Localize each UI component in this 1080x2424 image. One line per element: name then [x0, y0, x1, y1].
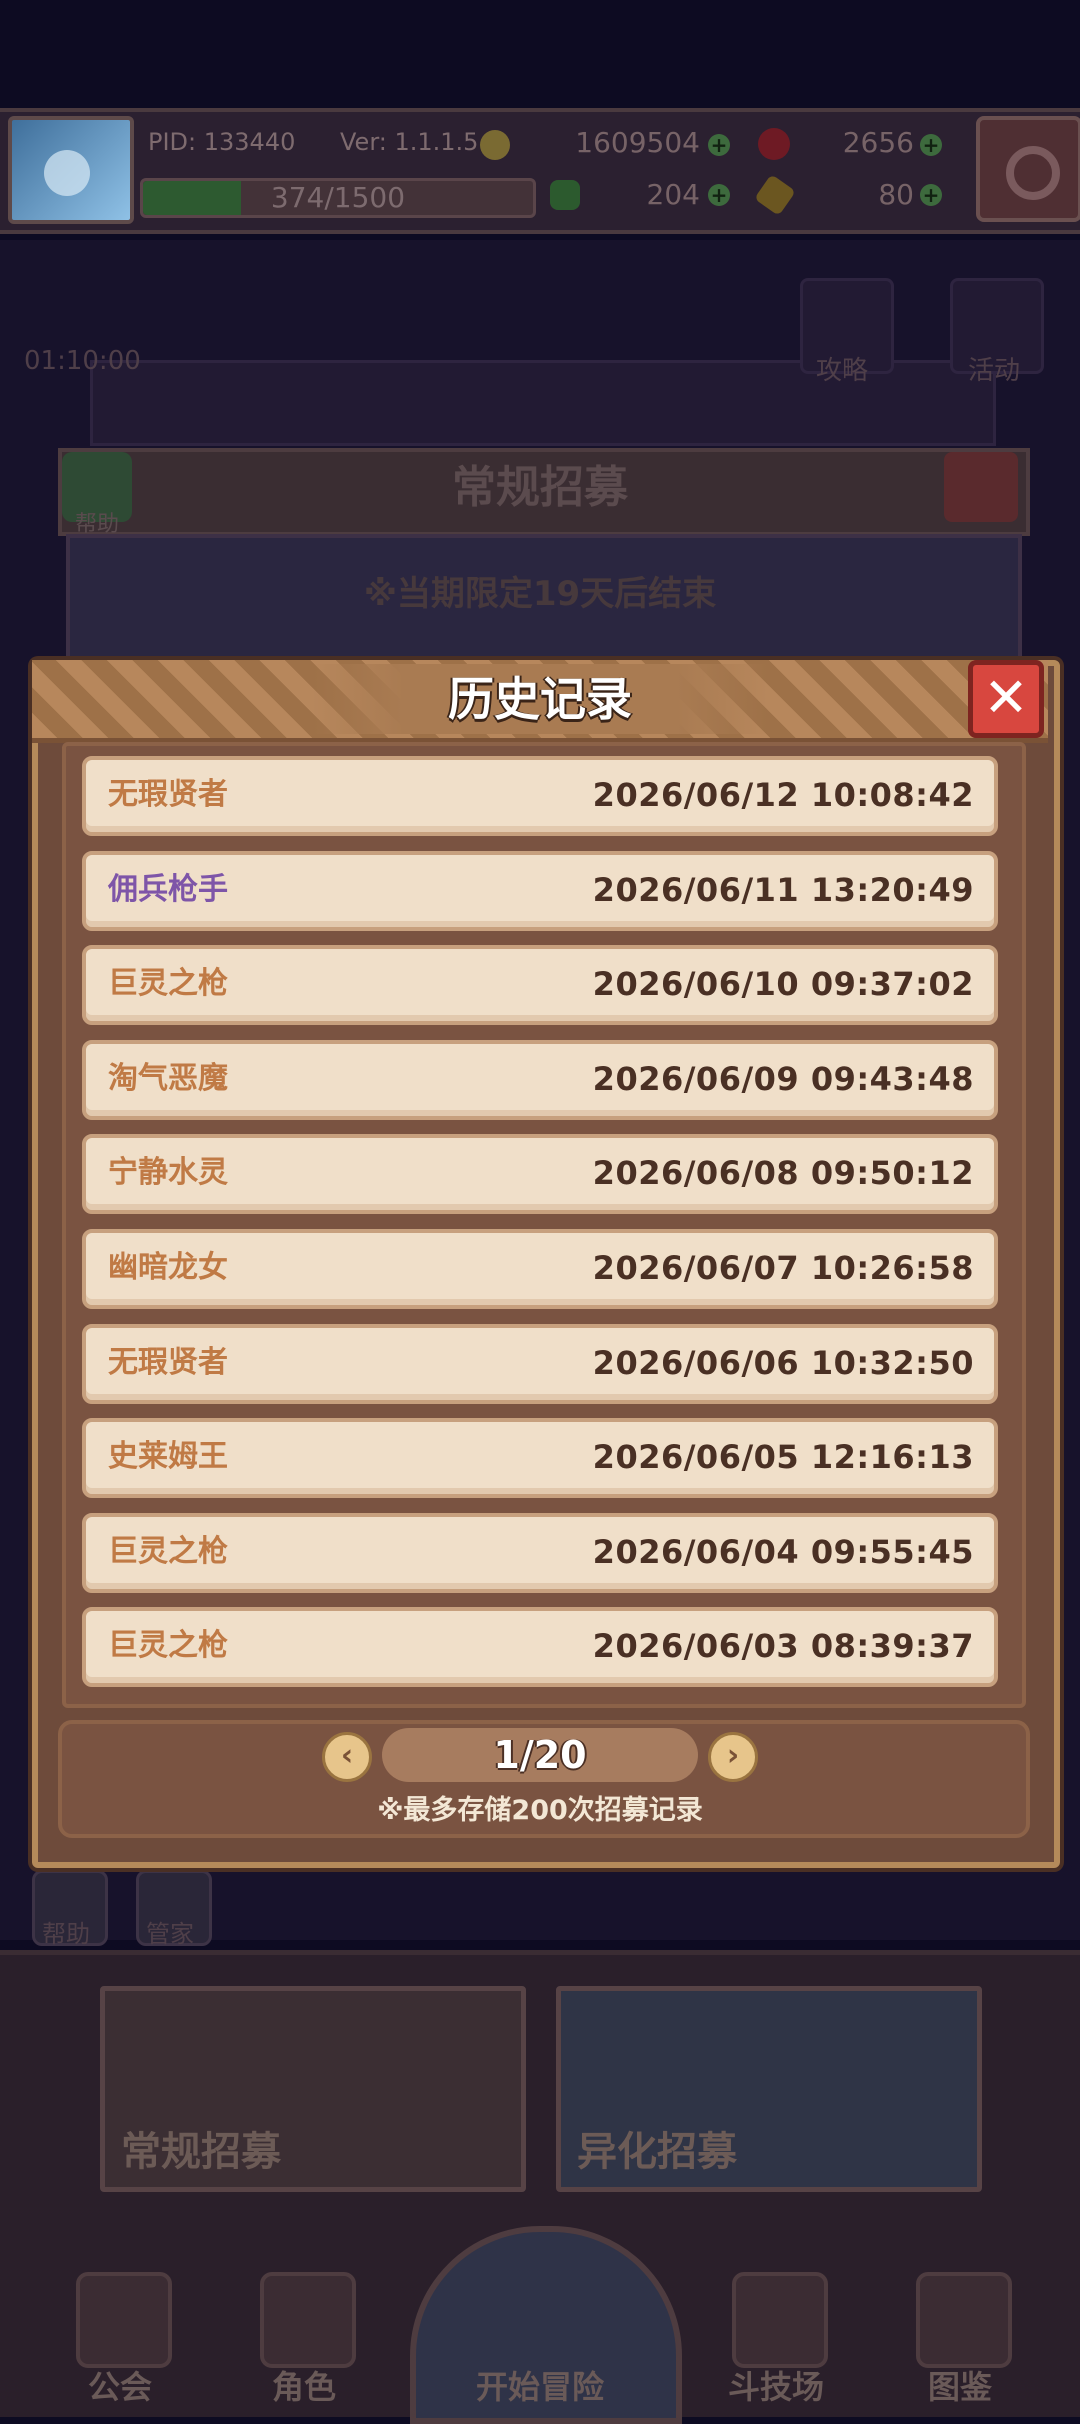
- settings-gear-icon[interactable]: [976, 116, 1080, 222]
- nav-arena-label: 斗技场: [727, 2368, 824, 2406]
- clover-icon: [550, 180, 580, 210]
- history-row: 史莱姆王 2026/06/05 12:16:13: [82, 1418, 998, 1498]
- recruit-timestamp: 2026/06/12 10:08:42: [592, 776, 974, 814]
- mutation-recruit-card-label: 异化招募: [577, 2129, 737, 2175]
- guild-icon: [76, 2272, 172, 2368]
- crossed-swords-icon: [732, 2272, 828, 2368]
- key-amount: 80: [878, 178, 914, 211]
- history-row: 佣兵枪手 2026/06/11 13:20:49: [82, 851, 998, 931]
- character-name: 佣兵枪手: [108, 872, 228, 907]
- recruit-close-icon[interactable]: [944, 452, 1018, 522]
- recruit-timestamp: 2026/06/03 08:39:37: [592, 1627, 974, 1665]
- energy-text: 374/1500: [270, 181, 406, 214]
- nav-characters[interactable]: 角色: [234, 2272, 374, 2412]
- gold-amount: 1609504: [575, 126, 700, 159]
- character-name: 淘气恶魔: [108, 1061, 228, 1096]
- character-icon: [260, 2272, 356, 2368]
- event-label: 活动: [968, 356, 1021, 386]
- prev-page-button[interactable]: ‹: [322, 1732, 372, 1782]
- history-row: 巨灵之枪 2026/06/03 08:39:37: [82, 1607, 998, 1687]
- event-timer: 01:10:00: [24, 346, 141, 376]
- recruit-timestamp: 2026/06/08 09:50:12: [592, 1154, 974, 1192]
- player-avatar[interactable]: [8, 116, 134, 224]
- add-gem-button[interactable]: +: [920, 134, 942, 156]
- regular-recruit-card[interactable]: 常规招募: [100, 1986, 526, 2192]
- close-button[interactable]: ✕: [968, 660, 1044, 738]
- codex-icon: [916, 2272, 1012, 2368]
- next-page-button[interactable]: ›: [708, 1732, 758, 1782]
- guide-label: 攻略: [816, 356, 869, 386]
- energy-bar: 374/1500: [140, 178, 536, 218]
- character-name: 史莱姆王: [108, 1439, 228, 1474]
- nav-characters-label: 角色: [271, 2368, 336, 2406]
- clover-amount: 204: [646, 178, 700, 211]
- character-name: 无瑕贤者: [108, 1345, 228, 1380]
- limited-notice: ※当期限定19天后结束: [363, 574, 717, 614]
- add-key-button[interactable]: +: [920, 184, 942, 206]
- gem-icon: [758, 128, 790, 160]
- history-row: 无瑕贤者 2026/06/12 10:08:42: [82, 756, 998, 836]
- side-help-label: 帮助: [42, 1920, 90, 1948]
- recruit-timestamp: 2026/06/05 12:16:13: [592, 1438, 974, 1476]
- nav-codex[interactable]: 图鉴: [890, 2272, 1030, 2412]
- nav-codex-label: 图鉴: [927, 2368, 992, 2406]
- character-name: 巨灵之枪: [108, 1628, 228, 1663]
- history-row: 宁静水灵 2026/06/08 09:50:12: [82, 1134, 998, 1214]
- version-label: Ver: 1.1.1.5: [340, 128, 479, 156]
- history-modal-title: 历史记录: [448, 672, 632, 726]
- recruit-timestamp: 2026/06/06 10:32:50: [592, 1344, 974, 1382]
- recruit-timestamp: 2026/06/07 10:26:58: [592, 1249, 974, 1287]
- side-butler-label: 管家: [146, 1920, 194, 1948]
- add-gold-button[interactable]: +: [708, 134, 730, 156]
- add-clover-button[interactable]: +: [708, 184, 730, 206]
- page-indicator: 1/20: [493, 1733, 587, 1777]
- recruit-timestamp: 2026/06/10 09:37:02: [592, 965, 974, 1003]
- close-icon: ✕: [983, 666, 1029, 729]
- nav-guild-label: 公会: [87, 2368, 152, 2406]
- gem-amount: 2656: [842, 126, 914, 159]
- pid-label: PID: 133440: [148, 128, 296, 156]
- gold-coin-icon: [480, 130, 510, 160]
- history-row: 无瑕贤者 2026/06/06 10:32:50: [82, 1324, 998, 1404]
- recruit-title: 常规招募: [452, 462, 628, 513]
- storage-limit-note: ※最多存储200次招募记录: [377, 1795, 703, 1826]
- mutation-recruit-card[interactable]: 异化招募: [556, 1986, 982, 2192]
- history-row: 巨灵之枪 2026/06/04 09:55:45: [82, 1513, 998, 1593]
- character-name: 无瑕贤者: [108, 777, 228, 812]
- regular-recruit-card-label: 常规招募: [121, 2129, 281, 2175]
- history-row: 淘气恶魔 2026/06/09 09:43:48: [82, 1040, 998, 1120]
- recruit-timestamp: 2026/06/11 13:20:49: [592, 871, 974, 909]
- character-name: 巨灵之枪: [108, 1534, 228, 1569]
- nav-arena[interactable]: 斗技场: [706, 2272, 846, 2412]
- recruit-timestamp: 2026/06/09 09:43:48: [592, 1060, 974, 1098]
- nav-start-adventure-label: 开始冒险: [475, 2368, 604, 2406]
- character-name: 宁静水灵: [108, 1155, 228, 1190]
- history-row: 巨灵之枪 2026/06/10 09:37:02: [82, 945, 998, 1025]
- history-row: 幽暗龙女 2026/06/07 10:26:58: [82, 1229, 998, 1309]
- nav-guild[interactable]: 公会: [50, 2272, 190, 2412]
- character-name: 巨灵之枪: [108, 966, 228, 1001]
- recruit-timestamp: 2026/06/04 09:55:45: [592, 1533, 974, 1571]
- character-name: 幽暗龙女: [108, 1250, 228, 1285]
